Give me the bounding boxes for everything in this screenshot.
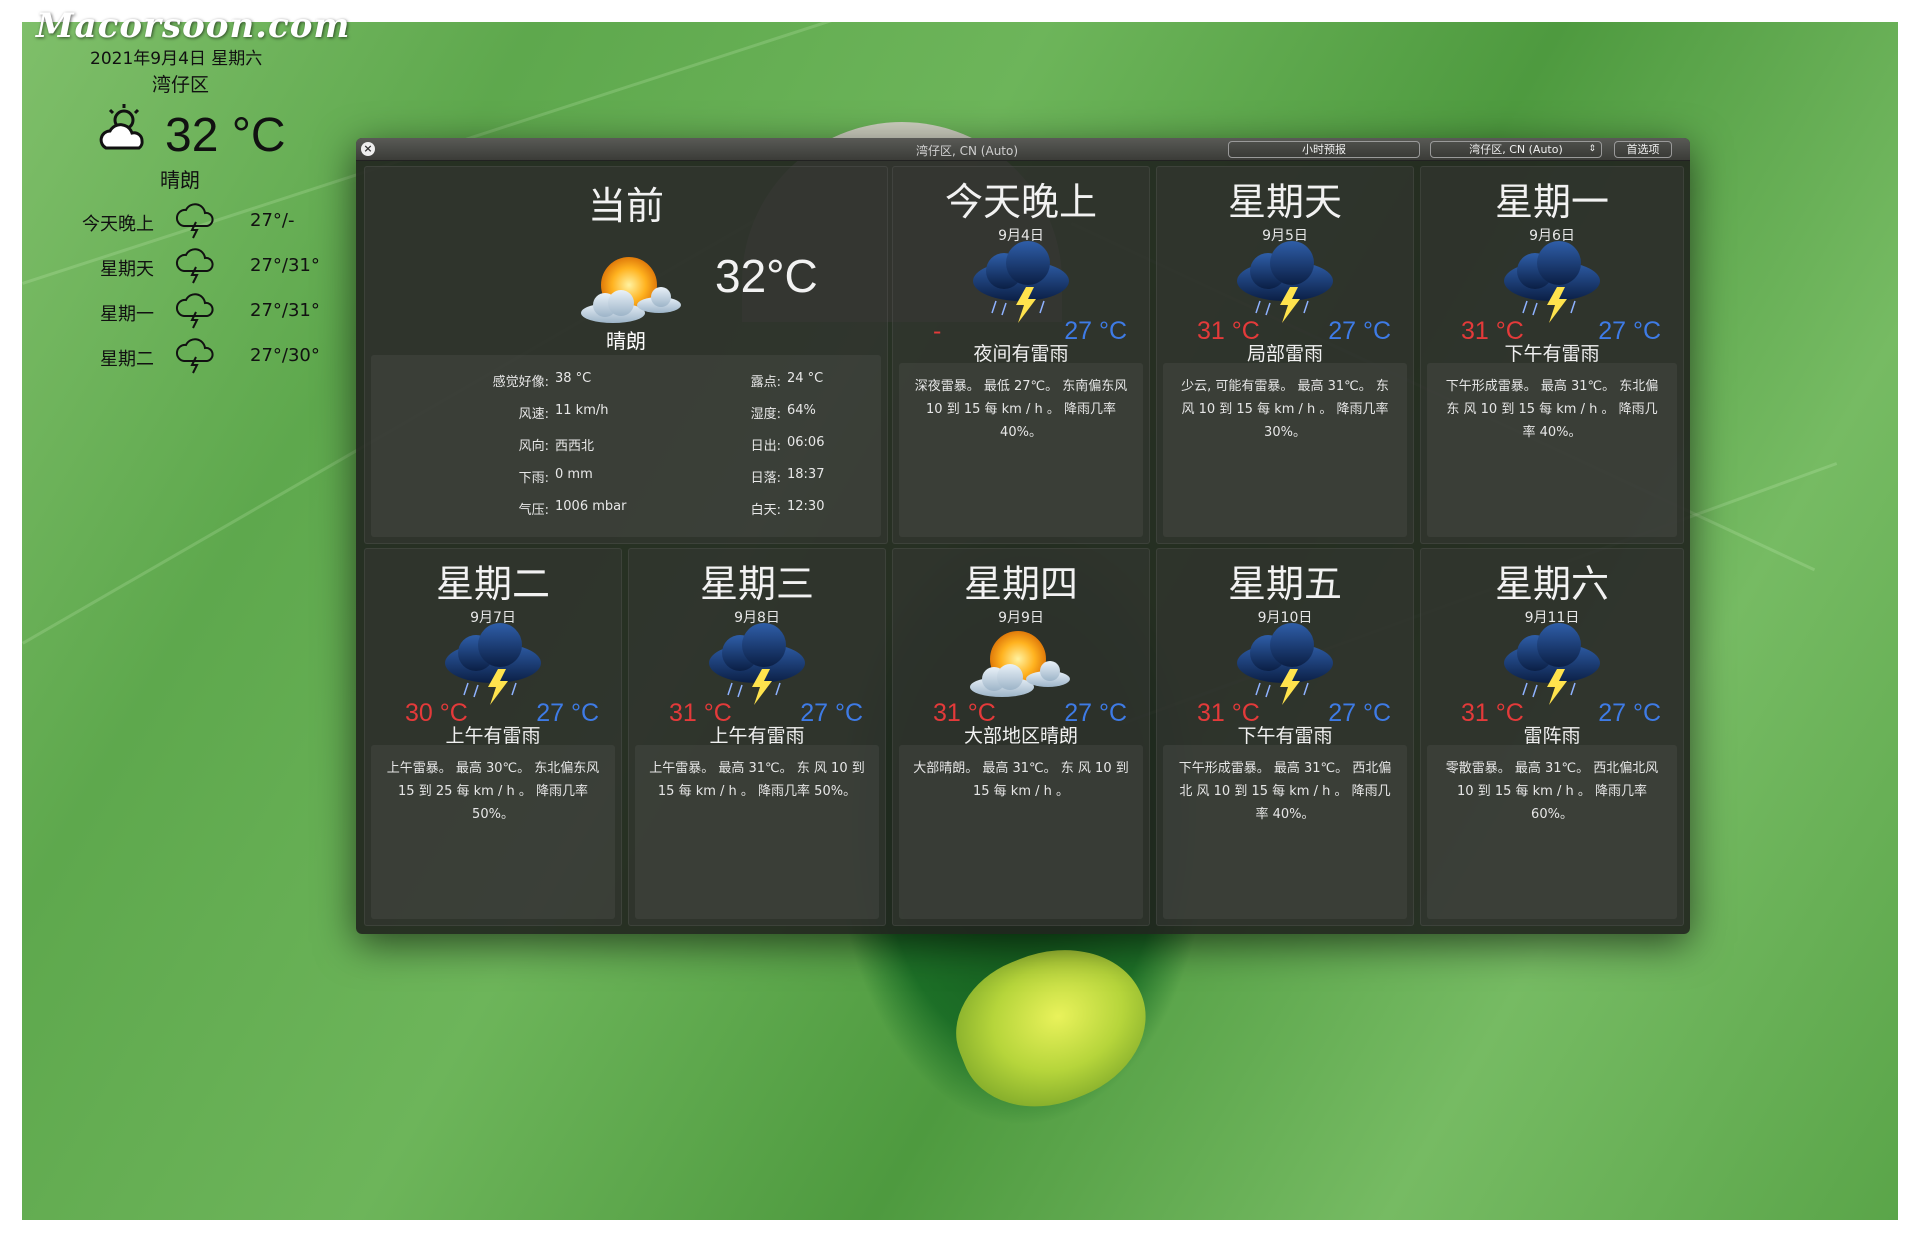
forecast-description: 少云, 可能有雷暴。 最高 31℃。 东风 10 到 15 每 km / h 。… [1163, 363, 1407, 537]
forecast-condition: 上午有雷雨 [709, 725, 805, 747]
widget-forecast-row: 星期一 27°/31° [54, 290, 354, 330]
thunderstorm-icon [438, 621, 548, 711]
widget-forecast-day: 星期二 [100, 349, 154, 370]
preferences-button[interactable]: 首选项 [1614, 141, 1672, 158]
forecast-day-title: 星期一 [1494, 180, 1609, 224]
forecast-description: 零散雷暴。 最高 31℃。 西北偏北风 10 到 15 每 km / h 。 降… [1427, 745, 1677, 919]
detail-row: 日出: 06:06 [371, 435, 881, 459]
forecast-description: 大部晴朗。 最高 31℃。 东 风 10 到 15 每 km / h 。 [899, 745, 1143, 919]
detail-label: 日出: [750, 439, 781, 454]
window-title: 湾仔区, CN (Auto) [916, 144, 1019, 158]
forecast-condition: 局部雷雨 [1246, 343, 1323, 365]
forecast-condition: 下午有雷雨 [1237, 725, 1333, 747]
widget-forecast-range: 27°/31° [250, 300, 320, 321]
thunderstorm-icon [1497, 239, 1607, 329]
forecast-day-title: 星期六 [1494, 562, 1609, 606]
forecast-panel: 星期二 9月7日 30 °C 27 °C 上午有雷雨 上午雷暴。 最高 30℃。… [364, 548, 622, 926]
weather-app-window: × 湾仔区, CN (Auto) 小时预报 湾仔区, CN (Auto) ⇕ 首… [356, 138, 1690, 934]
thunderstorm-icon [174, 335, 218, 375]
current-condition: 晴朗 [606, 329, 646, 353]
forecast-description: 上午雷暴。 最高 31℃。 东 风 10 到 15 每 km / h 。 降雨几… [635, 745, 879, 919]
forecast-day-title: 星期二 [435, 562, 550, 606]
forecast-panel: 星期六 9月11日 31 °C 27 °C 雷阵雨 零散雷暴。 最高 31℃。 … [1420, 548, 1684, 926]
chevron-updown-icon: ⇕ [1588, 144, 1596, 154]
detail-row: 日落: 18:37 [371, 467, 881, 491]
thunderstorm-icon [966, 239, 1076, 329]
partly-sunny-icon [966, 621, 1076, 711]
current-title: 当前 [587, 184, 664, 228]
widget-forecast-range: 27°/- [250, 210, 295, 231]
location-select[interactable]: 湾仔区, CN (Auto) ⇕ [1430, 141, 1602, 158]
current-temperature: 32°C [715, 250, 818, 302]
detail-label: 白天: [750, 503, 781, 518]
watermark-text: Macorsoon.com [36, 6, 351, 46]
forecast-condition: 上午有雷雨 [445, 725, 541, 747]
thunderstorm-icon [1230, 621, 1340, 711]
forecast-panel: 星期四 9月9日 31 °C 27 °C 大部地区晴朗 大部晴朗。 最高 31℃… [892, 548, 1150, 926]
widget-date: 2021年9月4日 星期六 [90, 49, 263, 69]
detail-value: 64% [787, 403, 816, 418]
forecast-panel: 星期一 9月6日 31 °C 27 °C 下午有雷雨 下午形成雷暴。 最高 31… [1420, 166, 1684, 544]
detail-value: 12:30 [787, 499, 825, 514]
title-bar[interactable]: × 湾仔区, CN (Auto) 小时预报 湾仔区, CN (Auto) ⇕ 首… [356, 138, 1690, 161]
forecast-description: 下午形成雷暴。 最高 31℃。 西北偏北 风 10 到 15 每 km / h … [1163, 745, 1407, 919]
forecast-day-title: 今天晚上 [944, 180, 1097, 224]
widget-forecast-row: 星期二 27°/30° [54, 335, 354, 375]
forecast-panel: 今天晚上 9月4日 - 27 °C 夜间有雷雨 深夜雷暴。 最低 27℃。 东南… [892, 166, 1150, 544]
forecast-day-title: 星期天 [1227, 180, 1342, 224]
widget-forecast-row: 星期天 27°/31° [54, 245, 354, 285]
detail-value: 18:37 [787, 467, 825, 482]
widget-location: 湾仔区 [152, 74, 210, 96]
thunderstorm-icon [1230, 239, 1340, 329]
forecast-condition: 下午有雷雨 [1504, 343, 1600, 365]
detail-label: 日落: [750, 471, 781, 486]
current-conditions-panel: 当前 32°C 晴朗 感觉好像: 38 °C 风速: 11 km/h 风向: 西… [364, 166, 888, 544]
forecast-panel: 星期五 9月10日 31 °C 27 °C 下午有雷雨 下午形成雷暴。 最高 3… [1156, 548, 1414, 926]
hourly-forecast-button[interactable]: 小时预报 [1228, 141, 1420, 158]
frog-image [935, 921, 1169, 1133]
forecast-description: 深夜雷暴。 最低 27℃。 东南偏东风 10 到 15 每 km / h 。 降… [899, 363, 1143, 537]
widget-forecast-range: 27°/31° [250, 255, 320, 276]
forecast-panel: 星期三 9月8日 31 °C 27 °C 上午有雷雨 上午雷暴。 最高 31℃。… [628, 548, 886, 926]
forecast-condition: 雷阵雨 [1523, 725, 1581, 747]
forecast-panel: 星期天 9月5日 31 °C 27 °C 局部雷雨 少云, 可能有雷暴。 最高 … [1156, 166, 1414, 544]
detail-row: 露点: 24 °C [371, 371, 881, 395]
widget-condition: 晴朗 [160, 168, 200, 192]
widget-temperature: 32 °C [165, 109, 286, 162]
widget-forecast-day: 星期一 [100, 304, 154, 325]
forecast-day-title: 星期五 [1227, 562, 1342, 606]
thunderstorm-icon [702, 621, 812, 711]
forecast-day-title: 星期三 [699, 562, 814, 606]
thunderstorm-icon [174, 290, 218, 330]
widget-forecast-range: 27°/30° [250, 345, 320, 366]
thunderstorm-icon [174, 245, 218, 285]
widget-forecast-day: 星期天 [100, 259, 154, 280]
detail-row: 湿度: 64% [371, 403, 881, 427]
detail-row: 白天: 12:30 [371, 499, 881, 523]
widget-forecast-row: 今天晚上 27°/- [54, 200, 354, 240]
detail-value: 24 °C [787, 371, 824, 386]
current-details: 感觉好像: 38 °C 风速: 11 km/h 风向: 西西北 下雨: 0 mm… [371, 355, 881, 537]
close-button[interactable]: × [361, 142, 375, 156]
widget-forecast-day: 今天晚上 [82, 214, 154, 235]
detail-value: 06:06 [787, 435, 825, 450]
partly-sunny-icon [99, 104, 144, 150]
detail-label: 露点: [750, 375, 781, 390]
forecast-condition: 大部地区晴朗 [963, 725, 1078, 747]
forecast-condition: 夜间有雷雨 [973, 343, 1069, 365]
forecast-description: 下午形成雷暴。 最高 31℃。 东北偏东 风 10 到 15 每 km / h … [1427, 363, 1677, 537]
forecast-description: 上午雷暴。 最高 30℃。 东北偏东风 15 到 25 每 km / h 。 降… [371, 745, 615, 919]
detail-label: 湿度: [750, 407, 781, 422]
location-select-value: 湾仔区, CN (Auto) [1469, 143, 1563, 156]
thunderstorm-icon [174, 200, 218, 240]
partly-sunny-icon [577, 247, 687, 337]
thunderstorm-icon [1497, 621, 1607, 711]
forecast-day-title: 星期四 [963, 562, 1078, 606]
